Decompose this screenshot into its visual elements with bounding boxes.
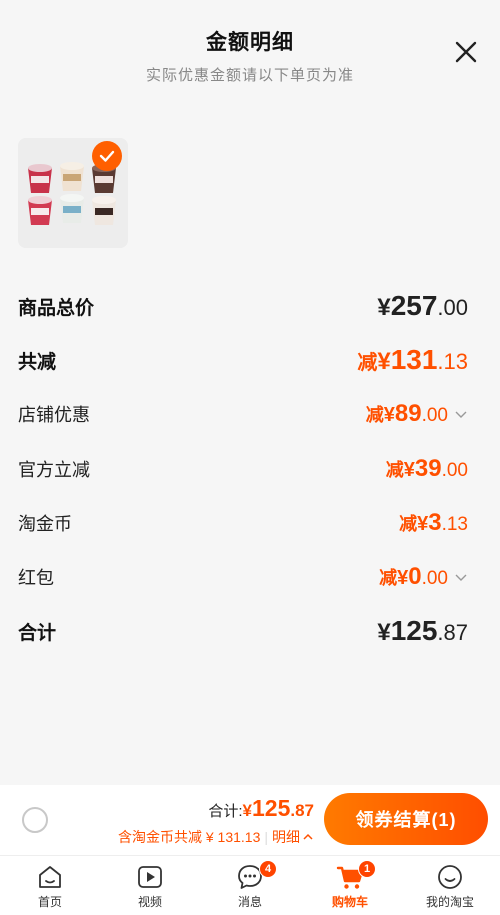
- grand-total-label: 合计: [18, 622, 57, 644]
- chevron-up-icon: [303, 833, 313, 840]
- checkout-total-integer: 125: [251, 795, 291, 821]
- tab-label: 我的淘宝: [425, 895, 474, 909]
- currency-symbol: ¥: [403, 459, 415, 481]
- taojinbi-integer: 3: [428, 509, 442, 536]
- tab-label: 消息: [237, 895, 262, 909]
- official-discount-label: 官方立减: [18, 460, 90, 480]
- official-discount-value: 减 ¥39.00: [386, 455, 468, 483]
- subtotal-decimal: .00: [437, 295, 468, 320]
- discount-prefix: 减: [385, 460, 404, 480]
- red-packet-decimal: .00: [421, 568, 448, 589]
- tab-label: 购物车: [331, 895, 368, 909]
- home-icon: [39, 866, 61, 888]
- total-discount-integer: 131: [390, 344, 438, 375]
- divider: |: [264, 829, 268, 845]
- video-icon: [138, 866, 162, 888]
- discount-prefix: 减: [365, 405, 384, 425]
- close-icon[interactable]: [452, 38, 480, 66]
- cart-badge: 1: [358, 860, 376, 878]
- selected-check-icon[interactable]: [92, 141, 122, 171]
- total-discount-decimal: .13: [437, 349, 468, 374]
- official-discount-row: 官方立减 减 ¥39.00: [18, 455, 468, 483]
- discount-prefix: 减: [379, 568, 398, 588]
- grand-total-decimal: .87: [437, 620, 468, 645]
- total-discount-label: 共减: [18, 351, 57, 373]
- subtotal-label: 商品总价: [18, 297, 95, 319]
- store-coupon-value: 减 ¥89.00: [366, 400, 468, 428]
- currency-symbol: ¥: [377, 294, 391, 321]
- store-coupon-label: 店铺优惠: [18, 405, 90, 425]
- chevron-down-icon[interactable]: [454, 407, 468, 421]
- grand-total-row: 合计 ¥125.87: [18, 615, 468, 647]
- checkout-button[interactable]: 领券结算(1): [324, 793, 488, 845]
- tab-label: 首页: [37, 895, 62, 909]
- subtotal-row: 商品总价 ¥257.00: [18, 290, 468, 322]
- discount-prefix: 减: [399, 514, 418, 534]
- checkout-total: 合计: ¥125.87: [208, 795, 314, 822]
- checkout-total-value: ¥125.87: [243, 795, 314, 822]
- profile-icon: [438, 865, 462, 889]
- red-packet-value: 减 ¥0.00: [379, 563, 468, 591]
- grand-total-integer: 125: [390, 615, 438, 646]
- select-all-radio[interactable]: [22, 807, 48, 833]
- currency-symbol: ¥: [417, 513, 429, 535]
- tab-label: 视频: [137, 895, 162, 909]
- red-packet-integer: 0: [408, 563, 422, 590]
- red-packet-label: 红包: [18, 568, 54, 588]
- page-title: 金额明细: [206, 31, 294, 54]
- checkout-bar: 合计: ¥125.87 含淘金币共减 ¥ 131.13 | 明细 领券结算(1): [0, 785, 500, 855]
- taojinbi-row: 淘金币 减 ¥3.13: [18, 509, 468, 537]
- tab-cart[interactable]: 购物车 1: [300, 856, 400, 915]
- currency-symbol: ¥: [383, 404, 395, 426]
- tab-messages[interactable]: 消息 4: [200, 856, 300, 915]
- discount-prefix: 减: [357, 352, 378, 374]
- store-coupon-row[interactable]: 店铺优惠 减 ¥89.00: [18, 400, 468, 428]
- price-detail-sheet: 金额明细 实际优惠金额请以下单页为准 商品总价 ¥ 257 .00 共减 减 ¥…: [0, 0, 500, 785]
- detail-toggle[interactable]: 明细: [272, 827, 314, 847]
- red-packet-row[interactable]: 红包 减 ¥0.00: [18, 563, 468, 591]
- tab-home[interactable]: 首页: [0, 856, 100, 915]
- saving-text: 含淘金币共减 ¥ 131.13: [117, 829, 261, 845]
- sheet-header: 金额明细 实际优惠金额请以下单页为准: [0, 26, 500, 85]
- taojinbi-label: 淘金币: [18, 514, 72, 534]
- subtotal-value: ¥257.00: [377, 290, 468, 322]
- store-coupon-decimal: .00: [421, 405, 448, 426]
- taojinbi-decimal: .13: [441, 514, 468, 535]
- checkout-total-decimal: .87: [290, 801, 314, 820]
- bottom-tab-bar: 首页 视频 消息 4 购物车 1 我的淘宝: [0, 855, 500, 915]
- currency-symbol: ¥: [377, 619, 391, 646]
- tab-my-taobao[interactable]: 我的淘宝: [400, 856, 500, 915]
- currency-symbol: ¥: [242, 801, 252, 820]
- total-discount-value: 减 ¥131.13: [357, 344, 468, 376]
- currency-symbol: ¥: [397, 567, 409, 589]
- chevron-down-icon[interactable]: [454, 570, 468, 584]
- page-subtitle: 实际优惠金额请以下单页为准: [145, 67, 354, 84]
- tab-video[interactable]: 视频: [100, 856, 200, 915]
- currency-symbol: ¥: [377, 348, 391, 375]
- store-coupon-integer: 89: [394, 400, 422, 427]
- message-badge: 4: [259, 860, 277, 878]
- saving-summary: 含淘金币共减 ¥ 131.13 | 明细: [118, 827, 314, 847]
- detail-label: 明细: [272, 829, 300, 845]
- grand-total-value: ¥125.87: [377, 615, 468, 647]
- official-discount-decimal: .00: [441, 460, 468, 481]
- checkout-total-label: 合计:: [208, 803, 243, 820]
- subtotal-integer: 257: [390, 290, 438, 321]
- taojinbi-value: 减 ¥3.13: [399, 509, 468, 537]
- official-discount-integer: 39: [414, 455, 442, 482]
- total-discount-row: 共减 减 ¥131.13: [18, 344, 468, 376]
